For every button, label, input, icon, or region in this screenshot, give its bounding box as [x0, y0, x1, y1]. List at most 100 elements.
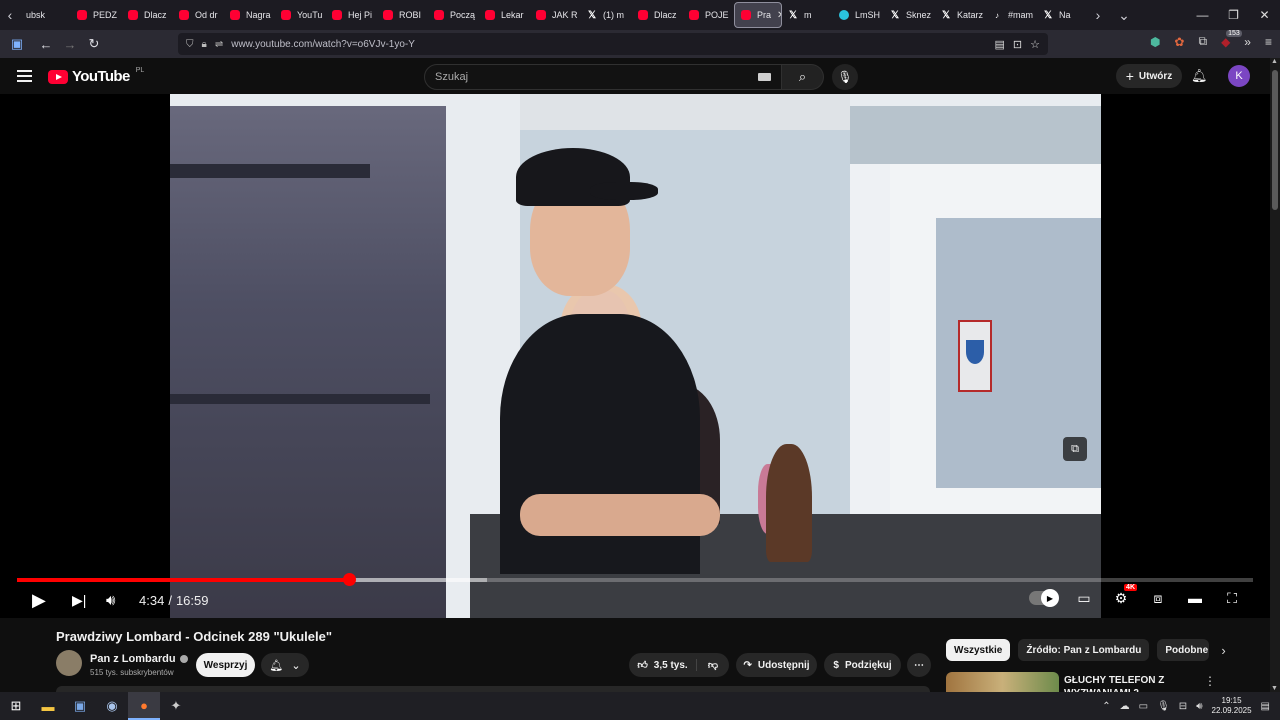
browser-tab[interactable]: PEDZ — [71, 2, 122, 28]
like-button[interactable]: 👍︎ 3,5 tys. — [629, 659, 697, 671]
network-icon[interactable]: ⊟ — [1179, 701, 1187, 712]
firefox-icon[interactable]: ● — [128, 692, 160, 720]
browser-tab[interactable]: ♪ #mam — [986, 2, 1037, 28]
chip-similar[interactable]: Podobne — [1157, 639, 1210, 661]
keyboard-icon[interactable] — [758, 73, 771, 81]
chips-next-icon[interactable]: › — [1221, 643, 1225, 658]
search-input[interactable]: Szukaj — [424, 64, 782, 90]
browser-tab[interactable]: Lekar — [479, 2, 530, 28]
url-text[interactable]: www.youtube.com/watch?v=o6VJv-1yo-Y — [231, 39, 415, 50]
ublock-icon[interactable]: ◆ 153 — [1221, 29, 1242, 49]
minimize-icon[interactable]: — — [1187, 0, 1218, 30]
subscription-bell-button[interactable]: 🔔︎ ⌄ — [261, 653, 309, 677]
browser-tab[interactable]: LmSH — [833, 2, 884, 28]
account-avatar[interactable]: K — [1228, 65, 1250, 87]
reader-view-icon[interactable]: ▤ — [995, 38, 1005, 51]
browser-tab[interactable]: YouTu — [275, 2, 326, 28]
address-bar[interactable]: ⛉ 🔒︎ ⇌ www.youtube.com/watch?v=o6VJv-1yo… — [178, 33, 1048, 55]
drive-icon[interactable]: ▭ — [1139, 701, 1148, 712]
permissions-icon[interactable]: ⇌ — [215, 39, 223, 50]
browser-tab[interactable]: ROBI — [377, 2, 428, 28]
theater-mode-icon[interactable]: ▬ — [1185, 588, 1205, 608]
tray-overflow-icon[interactable]: ⌃ — [1102, 701, 1110, 712]
steam-icon[interactable]: ◉ — [96, 692, 128, 720]
speaker-icon[interactable]: 🔊︎ — [1196, 701, 1202, 712]
browser-tab[interactable]: Począ — [428, 2, 479, 28]
browser-tab[interactable]: Pra✕ — [734, 2, 782, 28]
browser-tab[interactable]: ubsk — [20, 2, 71, 28]
sidebar-toggle-icon[interactable]: ▣ — [5, 32, 29, 56]
create-button[interactable]: + Utwórz — [1116, 64, 1182, 88]
browser-tab[interactable]: Od dr — [173, 2, 224, 28]
browser-tab[interactable]: POJE — [683, 2, 734, 28]
bookmark-star-icon[interactable]: ☆ — [1030, 38, 1040, 51]
dislike-button[interactable]: 👎︎ — [697, 659, 729, 671]
channel-name-link[interactable]: Pan z Lombardu — [90, 653, 188, 665]
play-button[interactable]: ▶ — [32, 588, 46, 612]
menu-icon[interactable] — [17, 70, 32, 82]
browser-tab[interactable]: Hej Pi — [326, 2, 377, 28]
lock-icon[interactable]: 🔒︎ — [202, 39, 207, 50]
recommended-video-thumbnail[interactable] — [946, 672, 1059, 692]
recommended-more-icon[interactable]: ⋮ — [1204, 674, 1216, 688]
shield-icon[interactable]: ⛉ — [186, 39, 194, 50]
settings-icon[interactable]: ⚙ 4K — [1111, 584, 1137, 608]
subtitles-icon[interactable]: ▭ — [1074, 588, 1094, 608]
browser-tab[interactable]: Dlacz — [632, 2, 683, 28]
scroll-down-icon[interactable]: ▼ — [1271, 685, 1278, 692]
fullscreen-icon[interactable]: ⛶ — [1222, 588, 1242, 608]
app-icon[interactable]: ✦ — [160, 692, 192, 720]
more-actions-button[interactable]: ⋯ — [907, 653, 931, 677]
addon-icon[interactable]: ✿ — [1174, 35, 1184, 49]
browser-tab[interactable]: Dlacz — [122, 2, 173, 28]
browser-tab[interactable]: 𝕏m — [782, 2, 833, 28]
youtube-logo[interactable]: YouTube PL — [48, 67, 144, 85]
chip-source-channel[interactable]: Źródło: Pan z Lombardu — [1018, 639, 1150, 661]
support-button[interactable]: Wesprzyj — [196, 653, 255, 677]
extensions-icon[interactable]: ⧉ — [1198, 34, 1207, 49]
clock[interactable]: 19:15 22.09.2025 — [1212, 696, 1252, 716]
voice-search-button[interactable]: 🎙︎ — [832, 64, 858, 90]
forward-icon[interactable]: → — [58, 32, 82, 56]
autoplay-toggle[interactable] — [1029, 589, 1059, 607]
back-icon[interactable]: ← — [34, 32, 58, 56]
app-menu-icon[interactable]: ≡ — [1265, 35, 1272, 49]
cloud-icon[interactable]: ☁ — [1120, 701, 1130, 712]
video-frame[interactable] — [170, 94, 1101, 618]
miniplayer-icon[interactable]: ⧈ — [1148, 588, 1168, 608]
vpn-extension-icon[interactable]: ⬢ — [1150, 35, 1160, 49]
browser-tab[interactable]: Nagra — [224, 2, 275, 28]
page-scrollbar[interactable]: ▲ ▼ — [1270, 58, 1280, 692]
scrollbar-thumb[interactable] — [1272, 70, 1278, 210]
next-button[interactable]: ▶| — [72, 588, 86, 612]
microphone-icon[interactable]: 🎙︎ — [1157, 701, 1170, 712]
file-explorer-icon[interactable]: ▬ — [32, 692, 64, 720]
video-player[interactable]: ⧉ ▶ ▶| 🔊︎ 4:34 / 16:59 ▭ ⚙4K ⧈ ▬ ⛶ — [0, 94, 1270, 618]
tab-list-dropdown-icon[interactable]: ⌄ — [1114, 0, 1134, 30]
chip-all[interactable]: Wszystkie — [946, 639, 1011, 661]
thanks-button[interactable]: $ Podziękuj — [824, 653, 901, 677]
scroll-up-icon[interactable]: ▲ — [1271, 58, 1278, 65]
tabs-scroll-right-icon[interactable]: › — [1088, 0, 1108, 30]
progress-bar[interactable] — [17, 573, 1253, 586]
miniplayer-overlay-icon[interactable]: ⧉ — [1063, 437, 1087, 461]
close-window-icon[interactable]: ✕ — [1249, 0, 1280, 30]
screenshot-icon[interactable]: ⊡ — [1013, 38, 1022, 51]
search-button[interactable]: ⌕ — [782, 64, 824, 90]
restore-icon[interactable]: ❐ — [1218, 0, 1249, 30]
notifications-bell-icon[interactable]: 🔔︎ — [1191, 68, 1208, 84]
tabs-scroll-left-icon[interactable]: ‹ — [0, 0, 20, 30]
browser-tab[interactable]: 𝕏 Katarz — [935, 2, 986, 28]
network-app-icon[interactable]: ▣ — [64, 692, 96, 720]
volume-button[interactable]: 🔊︎ — [106, 588, 115, 612]
browser-tab[interactable]: 𝕏 (1) m — [581, 2, 632, 28]
notifications-icon[interactable]: ▤ — [1261, 701, 1270, 712]
share-button[interactable]: ↷ Udostępnij — [736, 653, 817, 677]
overflow-menu-icon[interactable]: » — [1244, 35, 1251, 49]
channel-avatar[interactable] — [56, 650, 82, 676]
browser-tab[interactable]: JAK R — [530, 2, 581, 28]
browser-tab[interactable]: 𝕏 Sknez — [884, 2, 935, 28]
windows-start-icon[interactable]: ⊞ — [0, 692, 32, 720]
browser-tab[interactable]: 𝕏 Na — [1037, 2, 1088, 28]
reload-icon[interactable]: ↻ — [82, 32, 106, 56]
